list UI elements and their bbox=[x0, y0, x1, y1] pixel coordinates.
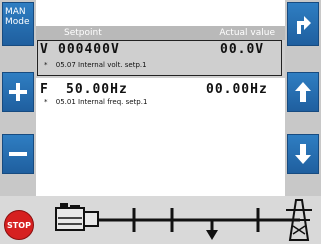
generator-icon[interactable] bbox=[55, 203, 99, 231]
row-description-text: 05.01 Internal freq. setp.1 bbox=[55, 98, 148, 106]
table-header: Setpoint Actual value bbox=[36, 26, 285, 40]
actual-value-header: Actual value bbox=[219, 28, 275, 38]
row-description: * 05.01 Internal freq. setp.1 bbox=[44, 98, 147, 106]
left-button-column: MAN Mode bbox=[0, 0, 36, 196]
row-id: F bbox=[40, 82, 48, 97]
arrow-up-button[interactable] bbox=[287, 72, 319, 112]
arrow-up-right-button[interactable] bbox=[287, 2, 319, 46]
row-description-text: 05.07 Internal volt. setp.1 bbox=[55, 61, 147, 69]
arrow-down-icon bbox=[295, 144, 311, 164]
plus-icon bbox=[9, 83, 27, 101]
breaker-icon[interactable] bbox=[206, 220, 218, 240]
row-marker: * bbox=[44, 61, 48, 69]
minus-icon bbox=[9, 152, 27, 156]
row-id: V bbox=[40, 42, 48, 57]
minus-button[interactable] bbox=[2, 134, 34, 174]
right-button-column bbox=[285, 0, 321, 196]
mode-label-line2: Mode bbox=[5, 17, 30, 27]
actual-value: 00.0V bbox=[220, 42, 265, 57]
row-description: * 05.07 Internal volt. setp.1 bbox=[44, 61, 147, 69]
single-line-diagram bbox=[55, 199, 312, 241]
footer-bar: STOP bbox=[0, 196, 321, 244]
row-marker: * bbox=[44, 98, 48, 106]
actual-value: 00.00Hz bbox=[206, 82, 268, 97]
grid-icon[interactable] bbox=[286, 199, 312, 241]
plus-button[interactable] bbox=[2, 72, 34, 112]
setpoint-value: 50.00Hz bbox=[66, 82, 128, 97]
setpoint-header: Setpoint bbox=[64, 28, 102, 38]
arrow-down-button[interactable] bbox=[287, 134, 319, 174]
arrow-up-right-icon bbox=[297, 16, 311, 34]
setpoint-value: 000400V bbox=[58, 42, 120, 57]
mode-label-line1: MAN bbox=[5, 7, 26, 17]
table-row-frequency[interactable]: F 50.00Hz 00.00Hz * 05.01 Internal freq.… bbox=[36, 80, 285, 110]
arrow-up-icon bbox=[295, 82, 311, 102]
table-row-voltage[interactable]: V 000400V 00.0V * 05.07 Internal volt. s… bbox=[36, 40, 285, 78]
mode-button[interactable]: MAN Mode bbox=[2, 2, 34, 46]
